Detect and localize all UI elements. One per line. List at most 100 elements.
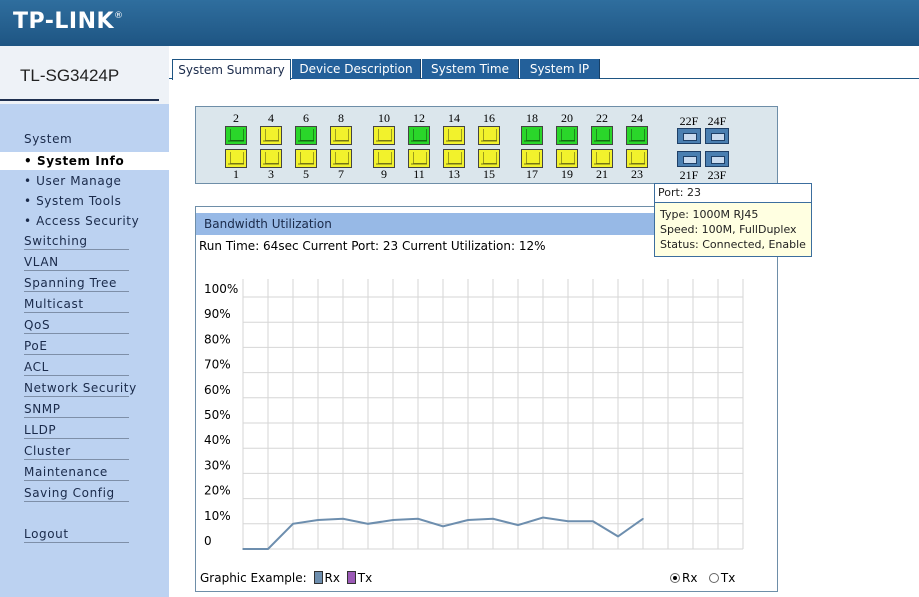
sidebar-item-logout[interactable]: Logout (24, 527, 129, 543)
sfp-label-21F: 21F (679, 168, 699, 182)
port-label-16: 16 (483, 111, 495, 125)
port-9[interactable] (373, 149, 395, 168)
sfp-label-23F: 23F (707, 168, 727, 182)
port-4[interactable] (260, 126, 282, 145)
port-label-19: 19 (561, 167, 573, 181)
tab-system-ip[interactable]: System IP (520, 59, 600, 79)
sfp-port-21F[interactable] (677, 151, 701, 167)
sidebar-item-system[interactable]: System (24, 132, 129, 146)
port-label-22: 22 (596, 111, 608, 125)
port-18[interactable] (521, 126, 543, 145)
run-info: Run Time: 64sec Current Port: 23 Current… (199, 239, 546, 253)
port-label-7: 7 (338, 167, 344, 181)
device-model: TL-SG3424P (20, 66, 120, 85)
y-tick-label: 20% (204, 484, 231, 498)
port-label-6: 6 (303, 111, 309, 125)
port-21[interactable] (591, 149, 613, 168)
rx-point (567, 520, 569, 523)
sidebar-item-spanning-tree[interactable]: Spanning Tree (24, 276, 129, 292)
y-tick-label: 60% (204, 383, 231, 397)
y-tick-label: 100% (204, 282, 238, 296)
sidebar-item-poe[interactable]: PoE (24, 339, 129, 355)
sidebar-item-multicast[interactable]: Multicast (24, 297, 129, 313)
bandwidth-panel: Bandwidth Utilization Run Time: 64sec Cu… (195, 206, 778, 592)
sidebar-item-system-tools[interactable]: • System Tools (24, 194, 129, 208)
port-label-5: 5 (303, 167, 309, 181)
sidebar-item-snmp[interactable]: SNMP (24, 402, 129, 418)
sidebar-item-lldp[interactable]: LLDP (24, 423, 129, 439)
legend-tx: Tx (357, 571, 373, 585)
legend-rx: Rx (324, 571, 340, 585)
radio-rx-label: Rx (682, 571, 698, 585)
sidebar-item-user-manage[interactable]: • User Manage (24, 174, 129, 188)
tab-system-time[interactable]: System Time (422, 59, 519, 79)
rx-point (267, 548, 269, 550)
sidebar-item-saving-config[interactable]: Saving Config (24, 486, 129, 502)
sfp-port-22F[interactable] (677, 128, 701, 144)
port-8[interactable] (330, 126, 352, 145)
port-14[interactable] (443, 126, 465, 145)
port-2[interactable] (225, 126, 247, 145)
port-5[interactable] (295, 149, 317, 168)
sidebar-item-vlan[interactable]: VLAN (24, 255, 129, 271)
rx-point (392, 519, 394, 521)
port-24[interactable] (626, 126, 648, 145)
y-tick-label: 30% (204, 458, 231, 472)
tooltip-title: Port: 23 (655, 184, 811, 203)
y-tick-label: 90% (204, 307, 231, 321)
tab-system-summary[interactable]: System Summary (172, 59, 291, 80)
port-13[interactable] (443, 149, 465, 168)
sidebar-item-qos[interactable]: QoS (24, 318, 129, 334)
port-3[interactable] (260, 149, 282, 168)
y-tick-label: 40% (204, 433, 231, 447)
port-10[interactable] (373, 126, 395, 145)
legend-label: Graphic Example: (200, 571, 307, 585)
port-16[interactable] (478, 126, 500, 145)
sidebar-item-system-info[interactable]: • System Info (0, 152, 169, 170)
port-20[interactable] (556, 126, 578, 145)
port-label-3: 3 (268, 167, 274, 181)
port-label-18: 18 (526, 111, 538, 125)
graphic-legend: Graphic Example: Rx Tx (200, 571, 372, 585)
port-6[interactable] (295, 126, 317, 145)
port-label-9: 9 (381, 167, 387, 181)
tooltip-type: Type: 1000M RJ45 (660, 208, 759, 221)
sidebar-item-cluster[interactable]: Cluster (24, 444, 129, 460)
rx-point (467, 519, 469, 521)
port-label-11: 11 (413, 167, 425, 181)
port-label-10: 10 (378, 111, 390, 125)
sfp-port-23F[interactable] (705, 151, 729, 167)
port-22[interactable] (591, 126, 613, 145)
sidebar-item-network-security[interactable]: Network Security (24, 381, 136, 397)
y-tick-label: 70% (204, 358, 231, 372)
port-12[interactable] (408, 126, 430, 145)
sidebar-item-access-security[interactable]: • Access Security (24, 214, 139, 228)
radio-tx[interactable] (708, 573, 719, 583)
sfp-port-24F[interactable] (705, 128, 729, 144)
sidebar-item-acl[interactable]: ACL (24, 360, 129, 376)
tab-device-description[interactable]: Device Description (292, 59, 421, 79)
sidebar-item-maintenance[interactable]: Maintenance (24, 465, 129, 481)
port-23[interactable] (626, 149, 648, 168)
y-tick-label: 50% (204, 408, 231, 422)
series-selector: Rx Tx (670, 571, 735, 585)
port-label-13: 13 (448, 167, 460, 181)
rx-point (592, 520, 594, 523)
port-label-20: 20 (561, 111, 573, 125)
y-tick-label: 10% (204, 509, 231, 523)
port-1[interactable] (225, 149, 247, 168)
port-11[interactable] (408, 149, 430, 168)
rx-point (317, 519, 319, 521)
port-19[interactable] (556, 149, 578, 168)
port-15[interactable] (478, 149, 500, 168)
rx-point (642, 517, 644, 520)
port-7[interactable] (330, 149, 352, 168)
model-box: TL-SG3424P (0, 46, 169, 104)
port-label-4: 4 (268, 111, 274, 125)
tp-link-logo: TP-LINK® (13, 9, 124, 34)
sidebar-item-switching[interactable]: Switching (24, 234, 129, 250)
radio-rx[interactable] (670, 573, 680, 583)
port-17[interactable] (521, 149, 543, 168)
bandwidth-chart: 100% 90% 80% 70% 60% 50% 40% 30% 20% 10% 0 (204, 279, 744, 550)
header-bar: TP-LINK® (0, 0, 919, 46)
